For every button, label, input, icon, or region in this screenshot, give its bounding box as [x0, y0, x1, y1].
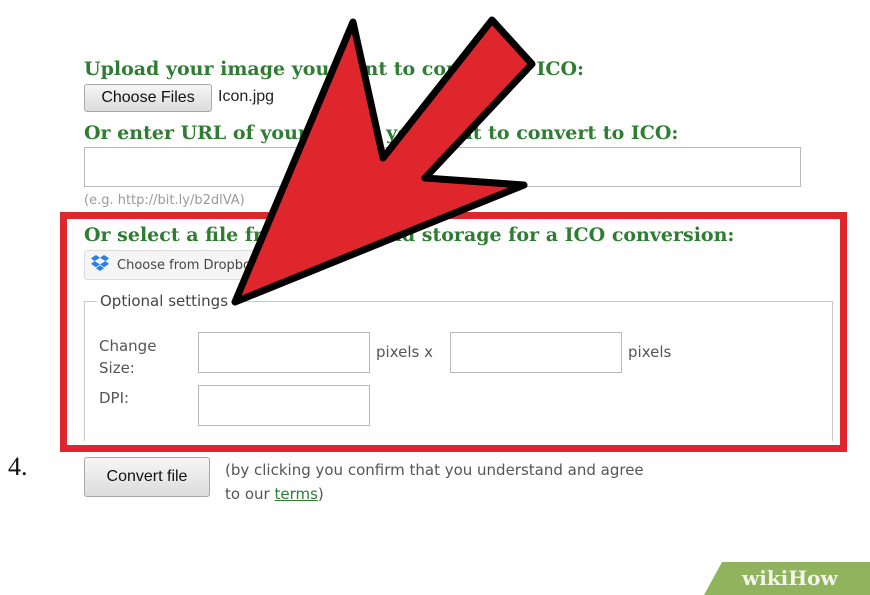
annotation-arrow: [231, 16, 536, 306]
wikihow-brand: wikiHow: [742, 566, 838, 590]
wikihow-watermark: wikiHow: [704, 562, 870, 595]
wikihow-logo-text: wikiHow: [742, 566, 838, 590]
